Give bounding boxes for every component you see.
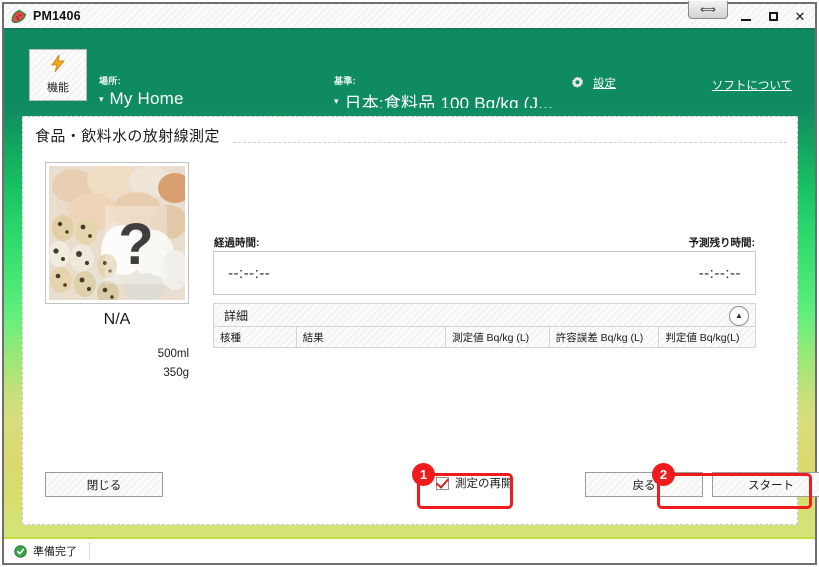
column-header-tolerance: 許容誤差 Bq/kg (L) [549,326,660,348]
minimize-button[interactable] [739,7,753,25]
resume-measurement-label: 測定の再開 [455,478,513,490]
start-button[interactable]: スタート [712,472,819,497]
time-captions: 経過時間: 予測残り時間: [214,235,755,250]
details-section-header: 詳細 ▲ [213,303,756,326]
details-section-label: 詳細 [224,308,249,323]
annotation-badge-1: 1 [412,463,435,486]
annotation-badge-2: 2 [652,463,675,486]
settings-link[interactable]: 設定 [570,75,616,91]
status-bar: 準備完了 [4,537,815,563]
eggs-photo: ? [49,166,185,300]
elapsed-time-value: --:--:-- [228,264,271,282]
function-button-label: 機能 [47,82,69,94]
resize-arrows-icon: ⟺ [700,4,716,16]
collapse-chevron-up-icon[interactable]: ▲ [729,306,749,326]
back-button[interactable]: 戻る [585,472,703,497]
close-button[interactable]: ✕ [793,7,807,25]
column-header-threshold: 判定値 Bq/kg(L) [659,326,756,348]
settings-label: 設定 [593,78,616,90]
green-check-icon [14,544,27,558]
function-button[interactable]: 機能 [29,49,87,101]
standard-chevron-down-icon: ▾ [334,96,339,106]
close-dialog-button[interactable]: 閉じる [45,472,163,497]
time-display-box: --:--:-- --:--:-- [213,251,756,295]
maximize-button[interactable] [766,7,780,25]
page-title: 食品・飲料水の放射線測定 [35,128,220,145]
window-title: PM1406 [33,9,81,23]
details-table: 核種 結果 測定値 Bq/kg (L) 許容誤差 Bq/kg (L) 判定値 B… [213,326,756,348]
column-header-result: 結果 [296,326,447,348]
place-selector[interactable]: 場所: ▾ My Home [99,74,184,109]
sample-volume: 500ml [157,348,189,360]
window-frame: PM1406 ✕ ⟺ 機能 場所: ▾ My Home 基準: ▾ 日本:食料品… [2,1,819,565]
resize-grip-tab[interactable]: ⟺ [688,1,728,19]
title-divider [233,142,787,144]
status-text: 準備完了 [33,546,77,558]
sample-measures: 500ml 350g [45,345,189,383]
elapsed-time-caption: 経過時間: [214,237,260,249]
app-header: 機能 場所: ▾ My Home 基準: ▾ 日本:食料品 100 Bq/kg … [4,30,815,113]
watermelon-icon [11,8,27,24]
column-header-nuclide: 核種 [213,326,297,348]
about-link[interactable]: ソフトについて [712,76,792,94]
measurement-panel: 食品・飲料水の放射線測定 ? N/A 500ml 350g 経過時間: 予測残り… [22,116,819,525]
remaining-time-value: --:--:-- [698,264,741,282]
remaining-time-caption: 予測残り時間: [688,237,756,249]
column-header-measured-value: 測定値 Bq/kg (L) [446,326,550,348]
window-controls: ✕ [739,7,807,25]
gear-icon [570,76,585,91]
place-value: My Home [109,89,184,108]
lightning-bolt-icon [51,53,65,76]
sample-weight: 350g [163,367,189,379]
status-ready: 準備完了 [4,543,90,559]
resume-measurement-checkbox[interactable]: 測定の再開 [436,475,513,491]
about-label: ソフトについて [711,80,792,92]
unknown-sample-overlay: ? [105,206,167,284]
checkbox-icon[interactable] [436,476,449,490]
place-caption: 場所: [99,76,121,86]
place-chevron-down-icon: ▾ [99,93,104,104]
application-window: PM1406 ✕ ⟺ 機能 場所: ▾ My Home 基準: ▾ 日本:食料品… [0,0,819,567]
sample-thumbnail[interactable]: ? [45,162,189,304]
sample-name: N/A [103,311,131,328]
standard-caption: 基準: [334,76,356,86]
